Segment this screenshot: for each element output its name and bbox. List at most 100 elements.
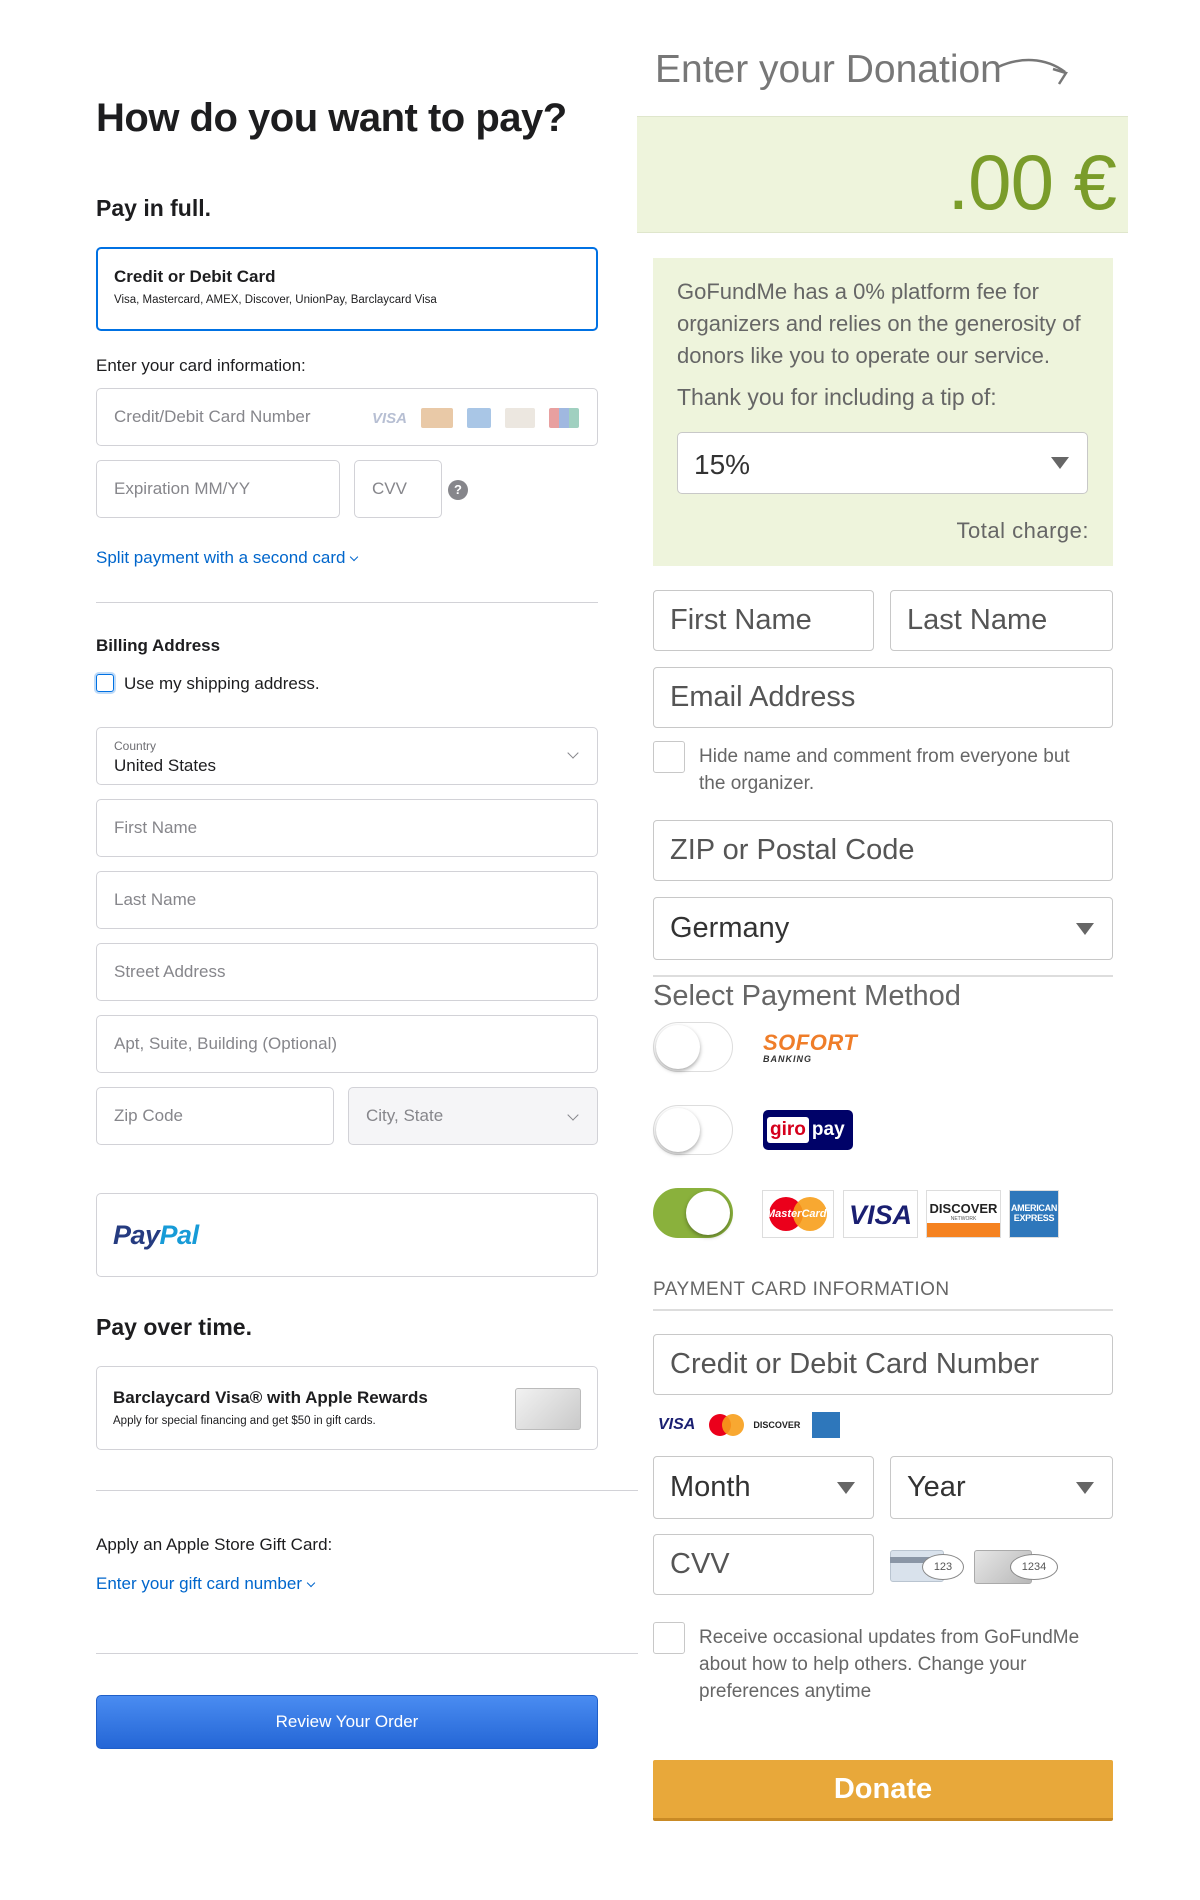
tip-select[interactable]: 15% — [677, 432, 1088, 494]
chevron-down-icon — [306, 1578, 316, 1588]
use-shipping-checkbox[interactable] — [96, 674, 114, 692]
sofort-toggle[interactable] — [653, 1022, 733, 1072]
tip-panel: GoFundMe has a 0% platform fee for organ… — [653, 258, 1113, 566]
mastercard-icon — [421, 408, 453, 428]
unionpay-icon — [549, 408, 579, 428]
cvv-input[interactable]: CVV — [354, 460, 442, 518]
credit-card-option-title: Credit or Debit Card — [114, 267, 276, 286]
small-card-brands: VISA DISCOVER — [658, 1412, 841, 1438]
toggle-knob — [686, 1191, 730, 1235]
last-name-input[interactable]: Last Name — [890, 590, 1113, 651]
cvv-input[interactable]: CVV — [653, 1534, 874, 1595]
city-state-select[interactable]: City, State — [348, 1087, 598, 1145]
triangle-down-icon — [1051, 457, 1069, 469]
street-address-input[interactable]: Street Address — [96, 943, 598, 1001]
page-title: How do you want to pay? — [96, 96, 567, 140]
donate-button[interactable]: Donate — [653, 1760, 1113, 1821]
first-name-placeholder: First Name — [670, 604, 812, 636]
street-address-placeholder: Street Address — [114, 962, 226, 981]
country-select[interactable]: Country United States — [96, 727, 598, 785]
payment-method-title: Select Payment Method — [653, 980, 961, 1012]
donation-amount: .00 € — [947, 138, 1117, 226]
cvv-help-icon[interactable]: ? — [448, 480, 468, 500]
discover-icon: DISCOVER — [753, 1420, 801, 1430]
zip-code-placeholder: Zip Code — [114, 1106, 183, 1125]
sofort-logo: SOFORT BANKING — [763, 1030, 858, 1064]
triangle-down-icon — [837, 1481, 855, 1494]
last-name-placeholder: Last Name — [114, 890, 197, 909]
billing-address-heading: Billing Address — [96, 636, 221, 655]
email-input[interactable]: Email Address — [653, 667, 1113, 728]
paypal-option[interactable]: PayPal — [96, 1193, 598, 1277]
giropay-toggle[interactable] — [653, 1105, 733, 1155]
country-label: Country — [114, 739, 157, 753]
donation-amount-field[interactable]: .00 € — [637, 116, 1128, 233]
expiration-input[interactable]: Expiration MM/YY — [96, 460, 340, 518]
card-number-placeholder: Credit/Debit Card Number — [114, 407, 311, 426]
amex-logo: AMERICAN EXPRESS — [1009, 1190, 1059, 1238]
cvv-front-card-icon: 1234 — [974, 1548, 1060, 1584]
country-select[interactable]: Germany — [653, 897, 1113, 960]
month-select[interactable]: Month — [653, 1456, 874, 1519]
visa-logo: VISA — [843, 1190, 918, 1238]
expiration-placeholder: Expiration MM/YY — [114, 479, 251, 498]
year-select[interactable]: Year — [890, 1456, 1113, 1519]
year-value: Year — [907, 1471, 966, 1503]
paypal-logo: PayPal — [113, 1220, 199, 1250]
apt-suite-input[interactable]: Apt, Suite, Building (Optional) — [96, 1015, 598, 1073]
tip-value: 15% — [694, 449, 751, 480]
cvv-placeholder: CVV — [372, 479, 407, 498]
gift-card-link-label: Enter your gift card number — [96, 1574, 302, 1593]
hide-name-checkbox[interactable] — [653, 741, 685, 773]
city-state-placeholder: City, State — [366, 1106, 444, 1125]
divider — [96, 602, 598, 603]
barclaycard-option[interactable]: Barclaycard Visa® with Apple Rewards App… — [96, 1366, 598, 1450]
last-name-input[interactable]: Last Name — [96, 871, 598, 929]
card-number-input[interactable]: Credit or Debit Card Number — [653, 1334, 1113, 1395]
card-number-input[interactable]: Credit/Debit Card Number VISA — [96, 388, 598, 446]
visa-icon: VISA — [658, 1416, 696, 1433]
month-value: Month — [670, 1471, 751, 1503]
use-shipping-label: Use my shipping address. — [124, 674, 320, 693]
visa-icon: VISA — [371, 409, 407, 427]
split-payment-label: Split payment with a second card — [96, 548, 346, 567]
zip-postal-input[interactable]: ZIP or Postal Code — [653, 820, 1113, 881]
zip-postal-placeholder: ZIP or Postal Code — [670, 834, 915, 866]
mastercard-logo: MasterCard — [762, 1190, 834, 1238]
card-info-label: Enter your card information: — [96, 356, 306, 375]
split-payment-link[interactable]: Split payment with a second card — [96, 548, 359, 568]
discover-logo: DISCOVER NETWORK — [926, 1190, 1001, 1238]
triangle-down-icon — [1076, 922, 1094, 935]
mastercard-icon — [709, 1414, 745, 1436]
pay-over-time-heading: Pay over time. — [96, 1314, 252, 1340]
discover-icon — [505, 408, 535, 428]
amex-icon — [812, 1412, 841, 1438]
toggle-knob — [656, 1025, 700, 1069]
first-name-input[interactable]: First Name — [96, 799, 598, 857]
card-number-placeholder: Credit or Debit Card Number — [670, 1348, 1040, 1380]
total-charge-label: Total charge: — [956, 518, 1089, 543]
apt-suite-placeholder: Apt, Suite, Building (Optional) — [114, 1034, 338, 1053]
arrow-right-icon — [997, 58, 1068, 85]
chevron-down-icon — [567, 1109, 579, 1121]
last-name-placeholder: Last Name — [907, 604, 1048, 636]
divider — [96, 1653, 638, 1654]
triangle-down-icon — [1076, 1481, 1094, 1494]
tip-label: Thank you for including a tip of: — [677, 384, 997, 410]
credit-card-option[interactable]: Credit or Debit Card Visa, Mastercard, A… — [96, 247, 598, 331]
updates-label: Receive occasional updates from GoFundMe… — [699, 1627, 1080, 1702]
card-toggle[interactable] — [653, 1188, 733, 1238]
cvv-placeholder: CVV — [670, 1548, 730, 1580]
card-brand-logos: VISA — [372, 408, 579, 428]
gift-card-link[interactable]: Enter your gift card number — [96, 1574, 316, 1594]
updates-checkbox[interactable] — [653, 1622, 685, 1654]
review-order-button[interactable]: Review Your Order — [96, 1695, 598, 1749]
divider — [653, 975, 1113, 977]
divider — [96, 1490, 638, 1491]
card-info-title: PAYMENT CARD INFORMATION — [653, 1279, 950, 1300]
donation-title: Enter your Donation — [655, 48, 1002, 91]
zip-code-input[interactable]: Zip Code — [96, 1087, 334, 1145]
first-name-input[interactable]: First Name — [653, 590, 874, 651]
email-placeholder: Email Address — [670, 681, 856, 713]
giropay-logo: giro pay — [763, 1110, 853, 1150]
